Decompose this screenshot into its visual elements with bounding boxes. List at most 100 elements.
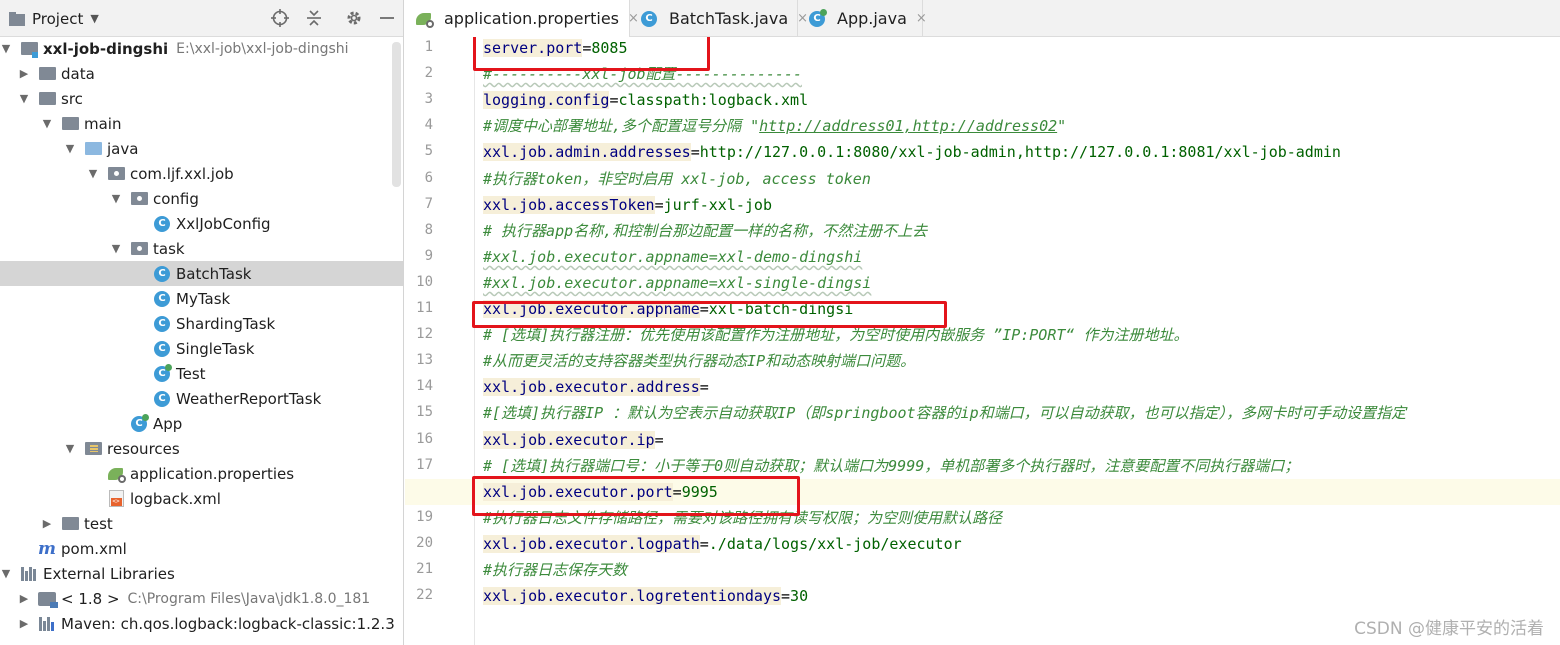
chevron-down-icon: ▼ — [90, 12, 99, 25]
project-panel-scrollbar[interactable] — [392, 42, 401, 187]
chevron-down-icon[interactable]: ▼ — [0, 567, 12, 580]
tree-item-label: External Libraries — [43, 564, 175, 583]
tree-item-xxljobconfig[interactable]: C XxlJobConfig — [0, 211, 403, 236]
code-line[interactable]: #执行器日志保存天数 — [405, 557, 1560, 583]
comment-text: # [选填]执行器端口号：小于等于0则自动获取；默认端口为9999，单机部署多个… — [483, 456, 1300, 475]
tree-item-logback-xml[interactable]: logback.xml — [0, 486, 403, 511]
tree-item-package-config[interactable]: ▼ config — [0, 186, 403, 211]
chevron-right-icon[interactable]: ▶ — [18, 592, 30, 605]
project-panel-title: Project — [32, 9, 84, 28]
chevron-right-icon[interactable]: ▶ — [41, 517, 53, 530]
tree-item-singletask[interactable]: C SingleTask — [0, 336, 403, 361]
code-line[interactable]: xxl.job.executor.logpath=./data/logs/xxl… — [405, 531, 1560, 557]
spring-boot-app-icon: C — [130, 413, 149, 433]
tree-item-label: ShardingTask — [176, 314, 276, 333]
gear-icon[interactable] — [343, 7, 365, 29]
property-value: 8085 — [591, 39, 628, 57]
code-line[interactable]: xxl.job.executor.port=9995 — [405, 478, 1560, 505]
tree-item-weatherreporttask[interactable]: C WeatherReportTask — [0, 386, 403, 411]
tree-item-pom-xml[interactable]: m pom.xml — [0, 536, 403, 561]
code-line[interactable]: #从而更灵活的支持容器类型执行器动态IP和动态映射端口问题。 — [405, 348, 1560, 374]
chevron-right-icon[interactable]: ▶ — [18, 617, 30, 630]
chevron-down-icon[interactable]: ▼ — [87, 167, 99, 180]
tab-app-java[interactable]: C App.java × — [798, 0, 927, 37]
code-text: #----------xxl-job配置-------------- — [483, 61, 802, 87]
tree-item-label: main — [84, 114, 122, 133]
code-line[interactable]: logging.config=classpath:logback.xml — [405, 87, 1560, 113]
code-line[interactable]: # 执行器app名称,和控制台那边配置一样的名称，不然注册不上去 — [405, 218, 1560, 244]
tree-item-data[interactable]: ▶ data — [0, 61, 403, 86]
folder-icon — [38, 65, 56, 83]
tree-item-label: MyTask — [176, 289, 231, 308]
chevron-down-icon[interactable]: ▼ — [64, 442, 76, 455]
property-value: xxl-batch-dingsi — [708, 300, 854, 318]
java-class-icon: C — [153, 340, 171, 358]
property-key: xxl.job.accessToken — [483, 195, 655, 214]
code-line[interactable]: server.port=8085 — [405, 37, 1560, 61]
collapse-all-icon[interactable] — [303, 7, 325, 29]
tree-item-java[interactable]: ▼ java — [0, 136, 403, 161]
chevron-down-icon[interactable]: ▼ — [18, 92, 30, 105]
java-class-icon: C — [153, 265, 171, 283]
tree-item-mytask[interactable]: C MyTask — [0, 286, 403, 311]
comment-text: #从而更灵活的支持容器类型执行器动态IP和动态映射端口问题。 — [483, 352, 916, 371]
tree-item-app[interactable]: C App — [0, 411, 403, 436]
comment-link[interactable]: http://address01,http://address02 — [759, 117, 1057, 135]
code-text: xxl.job.executor.logpath=./data/logs/xxl… — [483, 531, 962, 557]
code-text: xxl.job.executor.ip= — [483, 427, 664, 453]
project-folder-icon — [8, 10, 26, 28]
code-line[interactable]: #执行器token，非空时启用 xxl-job, access token — [405, 166, 1560, 192]
code-line[interactable]: #调度中心部署地址,多个配置逗号分隔 "http://address01,htt… — [405, 113, 1560, 139]
tab-batchtask-java[interactable]: C BatchTask.java × — [630, 0, 808, 37]
code-line[interactable]: #[选填]执行器IP ：默认为空表示自动获取IP（即springboot容器的i… — [405, 400, 1560, 426]
chevron-down-icon[interactable]: ▼ — [41, 117, 53, 130]
tree-item-main[interactable]: ▼ main — [0, 111, 403, 136]
close-icon[interactable]: × — [916, 11, 927, 26]
code-line[interactable]: xxl.job.executor.appname=xxl-batch-dings… — [405, 296, 1560, 322]
tree-item-resources[interactable]: ▼ resources — [0, 436, 403, 461]
tree-item-test-class[interactable]: C Test — [0, 361, 403, 386]
tree-item-package-task[interactable]: ▼ task — [0, 236, 403, 261]
code-line[interactable]: # [选填]执行器端口号：小于等于0则自动获取；默认端口为9999，单机部署多个… — [405, 453, 1560, 479]
code-line[interactable]: xxl.job.admin.addresses=http://127.0.0.1… — [405, 139, 1560, 165]
code-line[interactable]: # [选填]执行器注册：优先使用该配置作为注册地址，为空时使用内嵌服务 ”IP:… — [405, 322, 1560, 348]
tree-item-shardingtask[interactable]: C ShardingTask — [0, 311, 403, 336]
property-separator: = — [699, 300, 709, 318]
code-line[interactable]: #xxl.job.executor.appname=xxl-single-din… — [405, 270, 1560, 296]
property-value: 30 — [790, 587, 809, 606]
tree-item-package-com-ljf-xxl-job[interactable]: ▼ com.ljf.xxl.job — [0, 161, 403, 186]
property-key: xxl.job.executor.address — [483, 378, 700, 397]
chevron-down-icon[interactable]: ▼ — [110, 242, 122, 255]
tree-item-test-folder[interactable]: ▶ test — [0, 511, 403, 536]
tree-item-external-libraries[interactable]: ▼ External Libraries — [0, 561, 403, 586]
tree-item-jdk[interactable]: ▶ < 1.8 > C:\Program Files\Java\jdk1.8.0… — [0, 586, 403, 611]
code-line[interactable]: xxl.job.executor.ip= — [405, 427, 1560, 453]
code-line[interactable]: #xxl.job.executor.appname=xxl-demo-dings… — [405, 244, 1560, 270]
code-line[interactable]: xxl.job.accessToken=jurf-xxl-job — [405, 192, 1560, 218]
tree-item-src[interactable]: ▼ src — [0, 86, 403, 111]
tree-item-maven-logback-classic[interactable]: ▶ Maven: ch.qos.logback:logback-classic:… — [0, 611, 403, 636]
tree-item-root-module[interactable]: ▼ xxl-job-dingshi E:\xxl-job\xxl-job-din… — [0, 36, 403, 61]
chevron-down-icon[interactable]: ▼ — [110, 192, 122, 205]
chevron-right-icon[interactable]: ▶ — [18, 67, 30, 80]
tree-item-label: data — [61, 64, 95, 83]
tree-item-application-properties[interactable]: application.properties — [0, 461, 403, 486]
code-editor[interactable]: 12345678910111213141516171819202122 serv… — [405, 37, 1560, 645]
code-line[interactable]: xxl.job.executor.logretentiondays=30 — [405, 583, 1560, 609]
chevron-down-icon[interactable]: ▼ — [64, 142, 76, 155]
chevron-down-icon[interactable]: ▼ — [0, 42, 12, 55]
tree-item-label: application.properties — [130, 464, 295, 483]
java-class-icon: C — [153, 390, 171, 408]
code-text: #xxl.job.executor.appname=xxl-demo-dings… — [483, 244, 862, 270]
java-class-icon: C — [153, 315, 171, 333]
spring-boot-app-icon: C — [808, 8, 827, 28]
minimize-icon[interactable] — [376, 7, 398, 29]
locate-target-icon[interactable] — [269, 7, 291, 29]
tab-application-properties[interactable]: application.properties × — [405, 0, 639, 37]
tree-item-label: Test — [176, 364, 206, 383]
code-line[interactable]: xxl.job.executor.address= — [405, 374, 1560, 400]
code-line[interactable]: #----------xxl-job配置-------------- — [405, 61, 1560, 87]
tree-item-batchtask[interactable]: C BatchTask — [0, 261, 403, 286]
code-line[interactable]: #执行器日志文件存储路径，需要对该路径拥有读写权限；为空则使用默认路径 — [405, 505, 1560, 531]
project-view-selector[interactable]: Project ▼ — [0, 0, 99, 37]
